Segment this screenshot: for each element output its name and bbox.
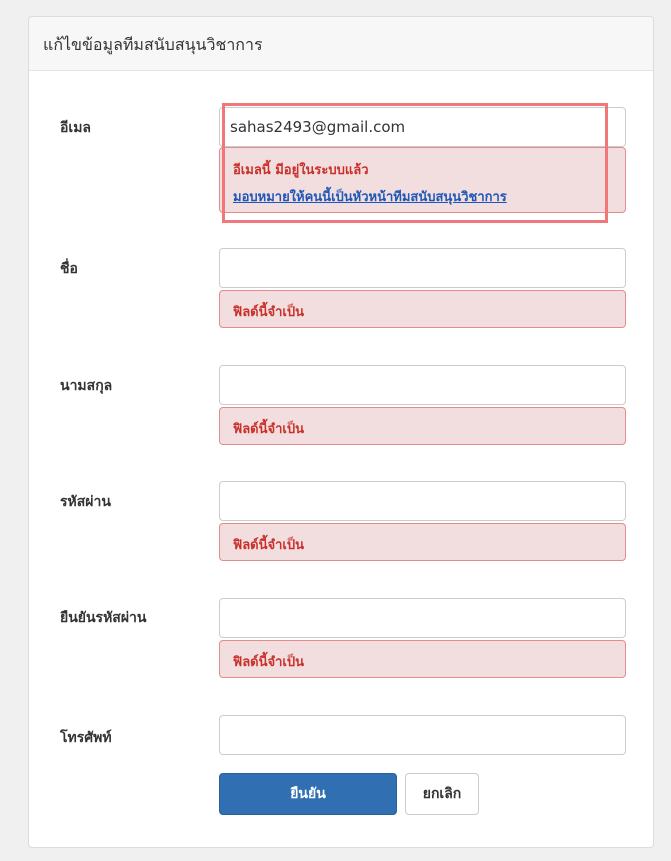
email-error-message: อีเมลนี้ มีอยู่ในระบบแล้ว — [233, 163, 369, 178]
phone-label: โทรศัพท์ — [60, 730, 112, 746]
first-name-input[interactable] — [219, 248, 626, 288]
last-name-label: นามสกุล — [60, 378, 113, 394]
email-label: อีเมล — [60, 120, 92, 136]
password-input[interactable] — [219, 481, 626, 521]
confirm-password-error: ฟิลด์นี้จำเป็น — [219, 640, 626, 678]
confirm-password-input[interactable] — [219, 598, 626, 638]
first-name-label: ชื่อ — [60, 261, 78, 277]
password-label: รหัสผ่าน — [60, 494, 111, 510]
panel-title: แก้ไขข้อมูลทีมสนับสนุนวิชาการ — [29, 17, 653, 71]
confirm-password-label: ยืนยันรหัสผ่าน — [60, 610, 147, 626]
last-name-error: ฟิลด์นี้จำเป็น — [219, 407, 626, 445]
email-input[interactable] — [219, 107, 626, 147]
password-error: ฟิลด์นี้จำเป็น — [219, 523, 626, 561]
phone-input[interactable] — [219, 715, 626, 755]
first-name-error: ฟิลด์นี้จำเป็น — [219, 290, 626, 328]
submit-button[interactable]: ยืนยัน — [219, 773, 397, 815]
email-error-box: อีเมลนี้ มีอยู่ในระบบแล้ว มอบหมายให้คนนี… — [219, 147, 626, 213]
assign-team-lead-link[interactable]: มอบหมายให้คนนี้เป็นหัวหน้าทีมสนับสนุนวิช… — [233, 186, 612, 207]
last-name-input[interactable] — [219, 365, 626, 405]
cancel-button[interactable]: ยกเลิก — [405, 773, 479, 815]
